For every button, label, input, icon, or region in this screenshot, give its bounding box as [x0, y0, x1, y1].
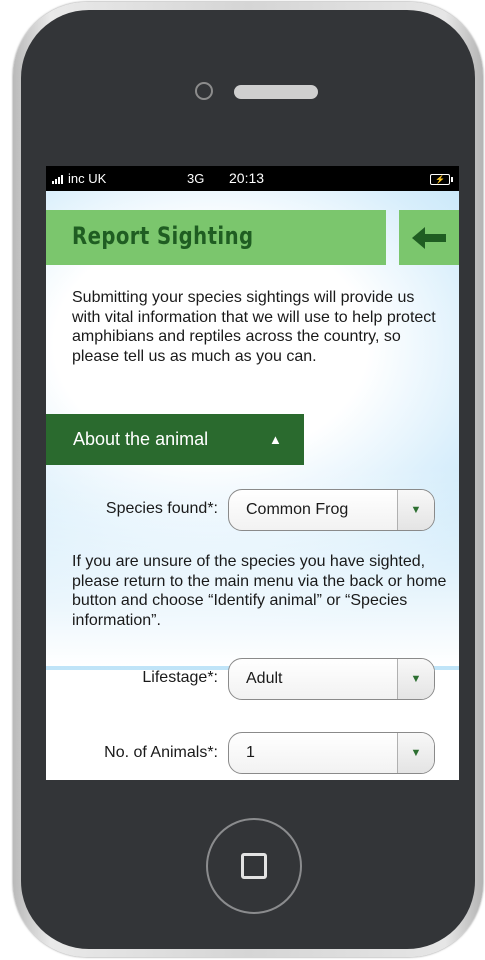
arrow-left-icon [412, 226, 446, 249]
species-select[interactable]: Common Frog ▼ [228, 489, 435, 531]
dropdown-arrow-icon[interactable]: ▼ [397, 733, 434, 773]
app-screen: inc UK 3G 20:13 ⚡ Report Sighting Submit… [46, 166, 459, 780]
back-button[interactable] [399, 210, 459, 265]
section-header-about-animal[interactable]: About the animal ▲ [46, 414, 304, 465]
animal-count-select[interactable]: 1 ▼ [228, 732, 435, 774]
signal-strength-icon [52, 174, 63, 184]
dropdown-arrow-icon[interactable]: ▼ [397, 490, 434, 530]
animal-count-value: 1 [246, 744, 255, 761]
carrier-name: inc UK [68, 171, 107, 186]
animal-count-label: No. of Animals*: [104, 744, 218, 761]
species-label: Species found*: [105, 500, 218, 517]
battery-charging-icon: ⚡ [430, 174, 453, 185]
title-bar: Report Sighting [46, 210, 386, 265]
lifestage-label: Lifestage*: [142, 669, 218, 686]
home-square-icon [241, 853, 267, 879]
lifestage-value: Adult [246, 670, 283, 687]
species-value: Common Frog [246, 501, 349, 518]
section-label: About the animal [73, 429, 209, 449]
status-time: 20:13 [229, 170, 265, 186]
intro-text: Submitting your species sightings will p… [72, 289, 436, 365]
network-type: 3G [187, 171, 205, 186]
page-title: Report Sighting [72, 222, 254, 250]
lifestage-select[interactable]: Adult ▼ [228, 658, 435, 700]
speaker-grille [234, 85, 318, 99]
camera-icon [195, 82, 213, 100]
home-button[interactable] [206, 818, 302, 914]
species-help-text: If you are unsure of the species you hav… [72, 553, 447, 629]
dropdown-arrow-icon[interactable]: ▼ [397, 659, 434, 699]
collapse-arrow-icon: ▲ [269, 432, 282, 447]
status-bar: inc UK 3G 20:13 ⚡ [46, 166, 459, 191]
